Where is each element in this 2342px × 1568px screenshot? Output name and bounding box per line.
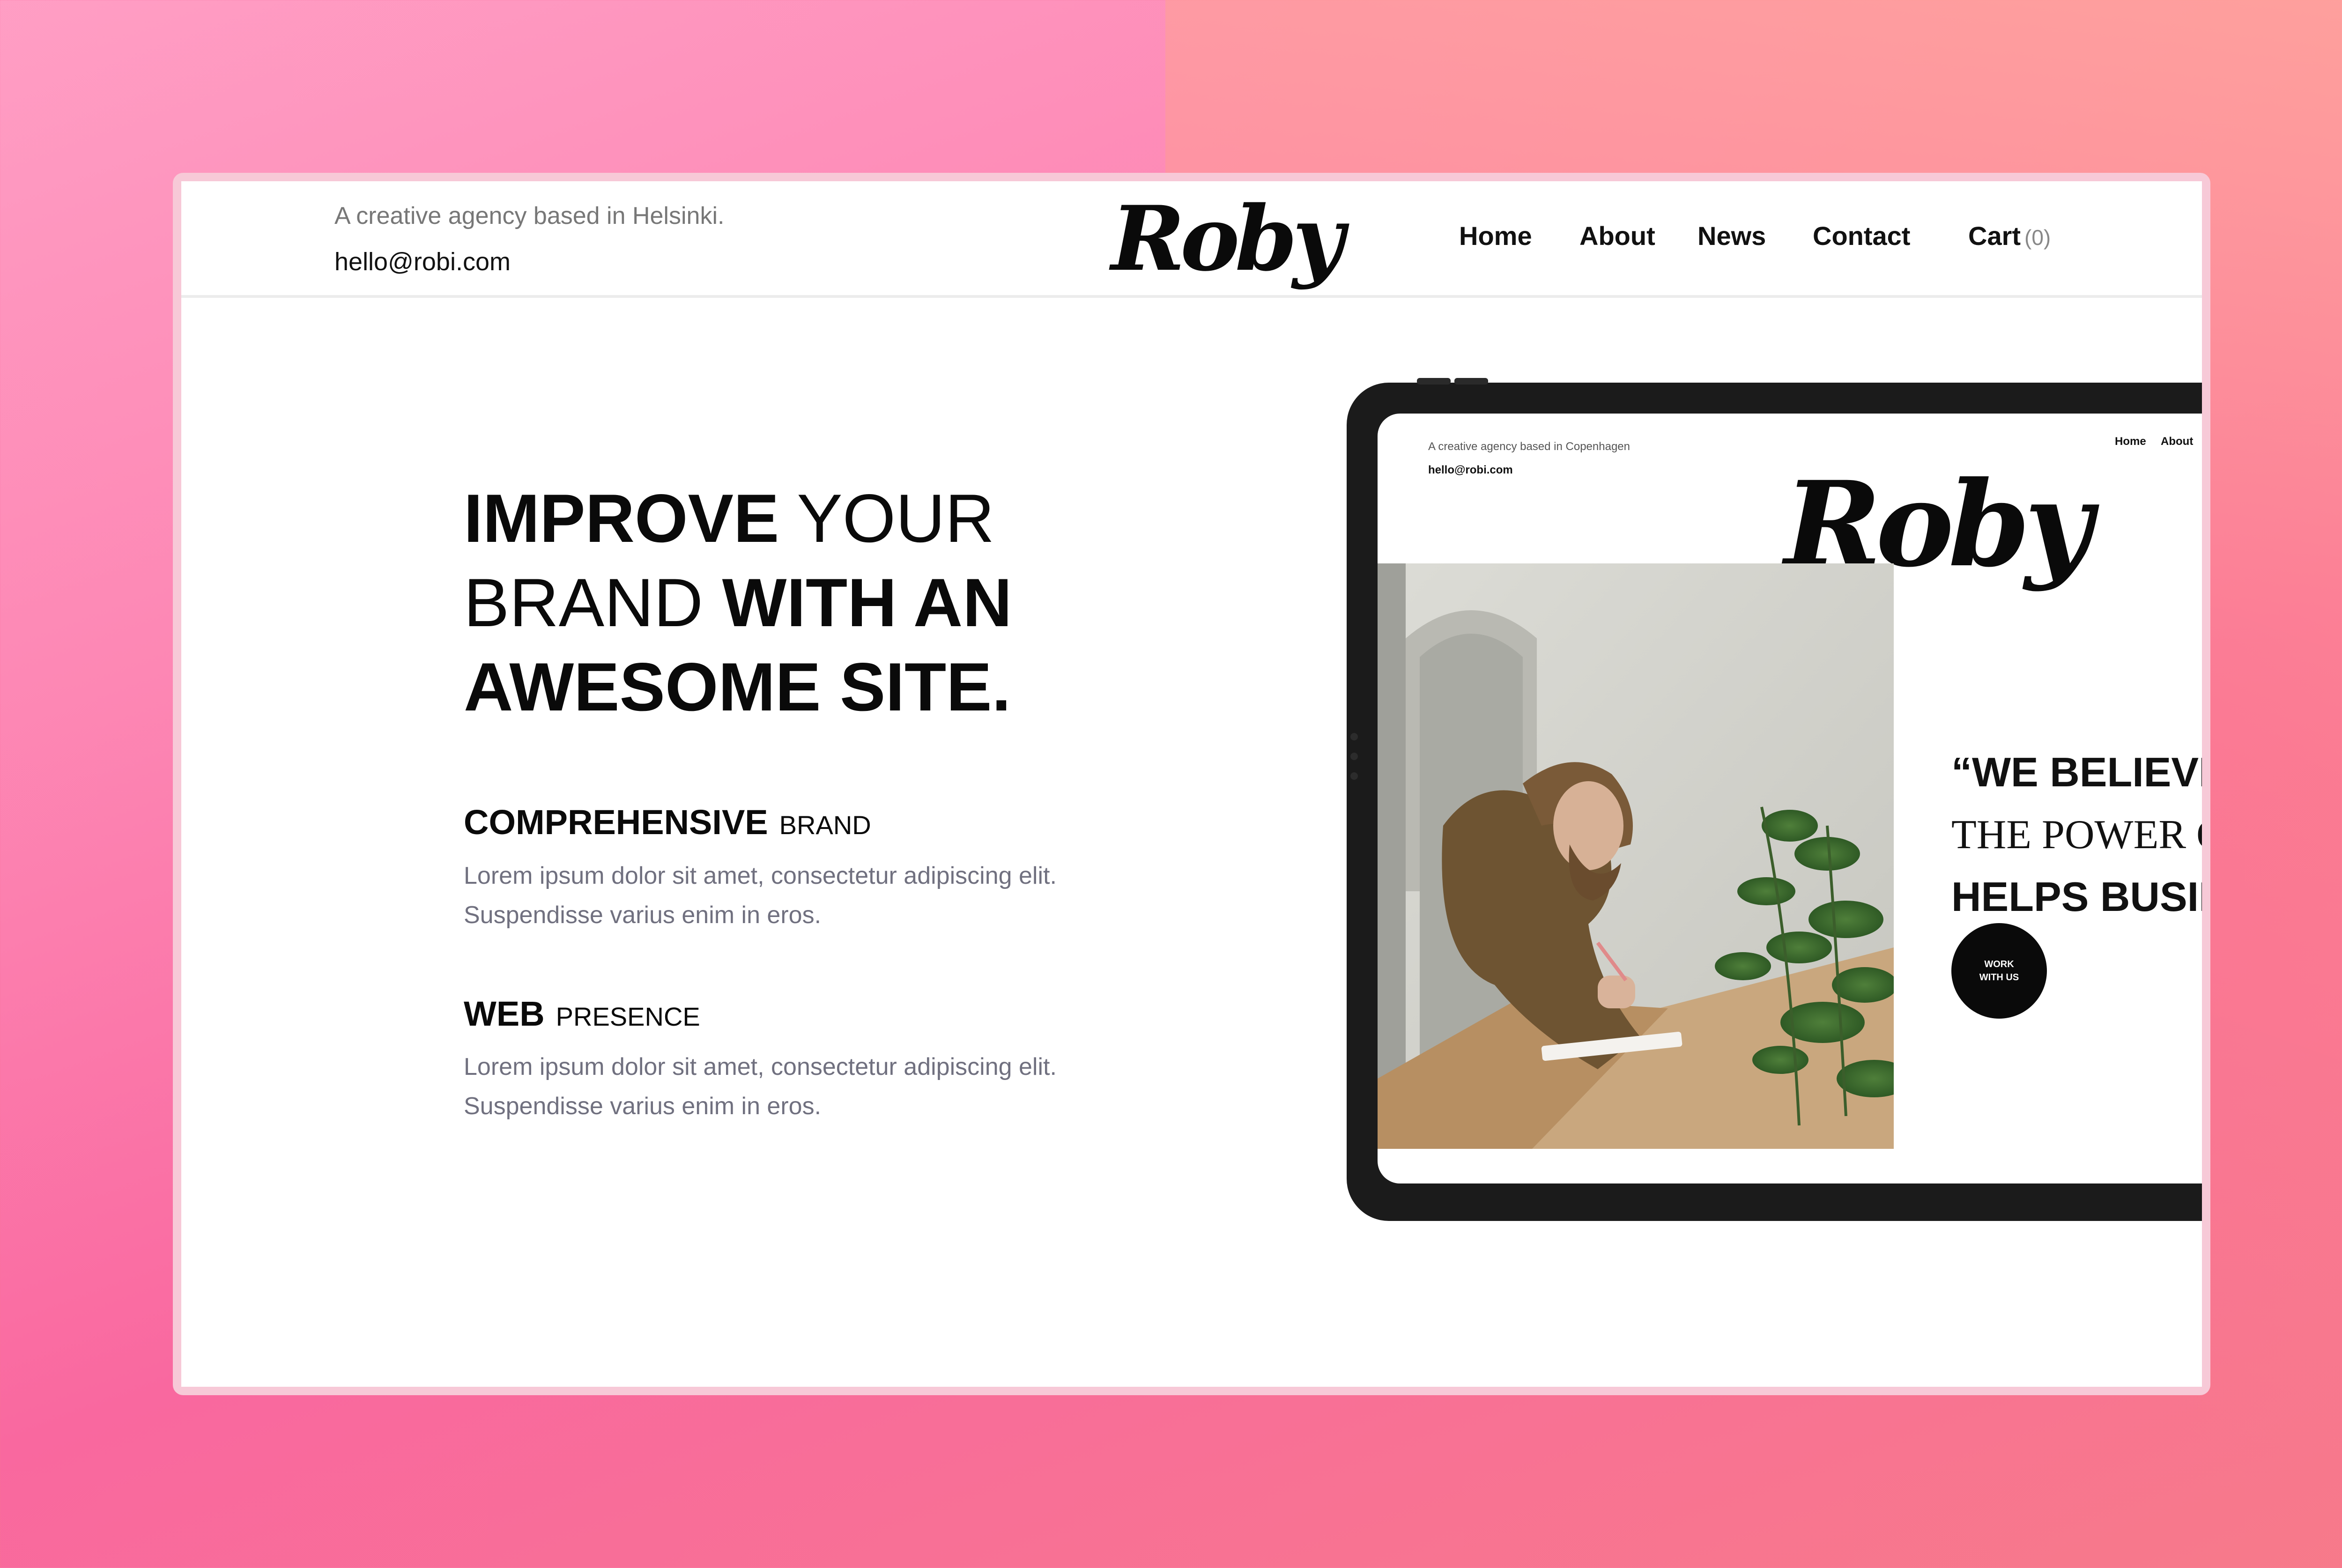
website-page: A creative agency based in Helsinki. hel… bbox=[181, 181, 2202, 1387]
cta-line: WITH US bbox=[1979, 972, 2019, 983]
mockup-tagline: A creative agency based in Copenhagen bbox=[1428, 440, 1630, 453]
work-with-us-button[interactable]: WORK WITH US bbox=[1951, 923, 2047, 1019]
feature-text-line: Lorem ipsum dolor sit amet, consectetur … bbox=[464, 1053, 1057, 1080]
quote-line: HELPS BUSIN bbox=[1951, 873, 2202, 920]
nav-contact[interactable]: Contact bbox=[1813, 221, 1910, 251]
headline-awesome-site: AWESOME SITE. bbox=[464, 649, 1011, 725]
feature-text-line: Suspendisse varius enim in eros. bbox=[464, 1093, 822, 1120]
tablet-camera bbox=[1350, 733, 1358, 740]
mockup-nav-about: About bbox=[2161, 435, 2194, 448]
nav-about[interactable]: About bbox=[1579, 221, 1655, 251]
headline-word-your: YOUR bbox=[797, 480, 995, 556]
feature-text-comprehensive: Lorem ipsum dolor sit amet, consectetur … bbox=[464, 856, 1057, 935]
feature-title-sub: BRAND bbox=[779, 810, 871, 840]
cart-count: (0) bbox=[2024, 225, 2051, 250]
tablet-button bbox=[1417, 378, 1451, 385]
quote-line: “WE BELIEVE bbox=[1951, 749, 2202, 795]
cart-label: Cart bbox=[1968, 221, 2021, 251]
feature-title-main: COMPREHENSIVE bbox=[464, 803, 768, 842]
feature-text-line: Lorem ipsum dolor sit amet, consectetur … bbox=[464, 862, 1057, 889]
feature-text-line: Suspendisse varius enim in eros. bbox=[464, 902, 822, 929]
cta-line: WORK bbox=[1984, 959, 2014, 969]
header-email-link[interactable]: hello@robi.com bbox=[334, 247, 511, 276]
nav-news[interactable]: News bbox=[1697, 221, 1766, 251]
mockup-quote: “WE BELIEVE THE POWER OF HELPS BUSIN bbox=[1951, 741, 2202, 928]
man-writing-photo bbox=[1378, 563, 1894, 1149]
nav-cart[interactable]: Cart (0) bbox=[1968, 221, 2051, 251]
feature-text-web: Lorem ipsum dolor sit amet, consectetur … bbox=[464, 1047, 1057, 1126]
hero-headline: IMPROVE YOUR BRAND WITH AN AWESOME SITE. bbox=[464, 476, 1012, 729]
tablet-button bbox=[1454, 378, 1488, 385]
feature-title-sub: PRESENCE bbox=[556, 1002, 700, 1031]
headline-word-with-an: WITH AN bbox=[722, 564, 1012, 641]
quote-line: THE POWER OF bbox=[1951, 812, 2202, 858]
mockup-nav-home: Home bbox=[2115, 435, 2146, 448]
browser-frame: A creative agency based in Helsinki. hel… bbox=[173, 173, 2210, 1395]
nav-home[interactable]: Home bbox=[1459, 221, 1532, 251]
tablet-sensor bbox=[1350, 753, 1358, 760]
tablet-mockup: A creative agency based in Copenhagen he… bbox=[1347, 378, 2202, 1221]
site-logo[interactable]: Roby bbox=[1111, 190, 1344, 288]
feature-title-main: WEB bbox=[464, 994, 545, 1033]
mockup-email: hello@robi.com bbox=[1428, 464, 1513, 476]
feature-title-web: WEB PRESENCE bbox=[464, 994, 700, 1034]
header-tagline: A creative agency based in Helsinki. bbox=[334, 202, 725, 229]
headline-word-improve: IMPROVE bbox=[464, 480, 779, 556]
tablet-sensor bbox=[1350, 772, 1358, 780]
feature-title-comprehensive: COMPREHENSIVE BRAND bbox=[464, 802, 871, 842]
tablet-screen: A creative agency based in Copenhagen he… bbox=[1378, 414, 2202, 1183]
headline-word-brand: BRAND bbox=[464, 564, 704, 641]
site-header: A creative agency based in Helsinki. hel… bbox=[181, 181, 2202, 298]
